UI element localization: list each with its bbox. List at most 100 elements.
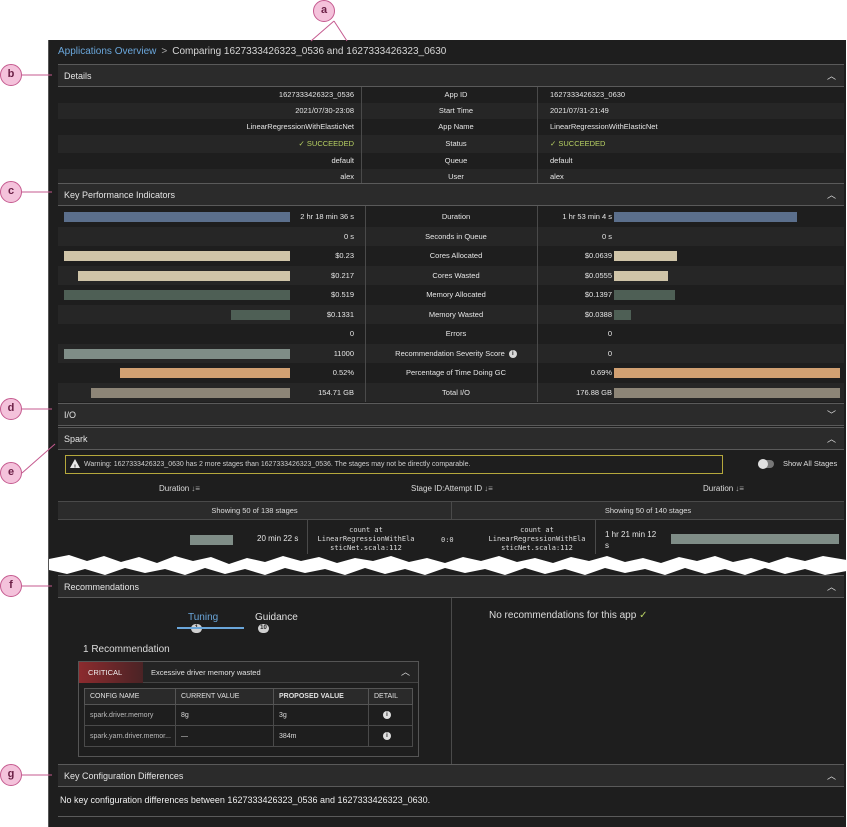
- callout-badge: g: [0, 764, 22, 786]
- chevron-down-icon[interactable]: ﹀: [827, 404, 836, 426]
- chevron-up-icon[interactable]: ︿: [827, 428, 836, 450]
- recommendation-table: CONFIG NAME CURRENT VALUE PROPOSED VALUE…: [84, 688, 413, 747]
- kpi-bar-right: [614, 251, 677, 261]
- kpi-right-value: 0.69%: [590, 368, 612, 377]
- recommendation-card-header[interactable]: CRITICAL Excessive driver memory wasted …: [79, 662, 418, 683]
- stage-id: 0:0: [441, 536, 454, 544]
- kpi-row: $0.1331 Memory Wasted $0.0388: [58, 304, 844, 324]
- callout-badge: f: [0, 575, 22, 597]
- callout-badge: c: [0, 181, 22, 203]
- info-icon[interactable]: i: [508, 349, 517, 358]
- chevron-up-icon[interactable]: ︿: [827, 765, 836, 787]
- kpi-right-value: $0.0388: [584, 309, 612, 319]
- kpi-bar-right: [614, 290, 675, 300]
- tab-guidance[interactable]: Guidance10: [255, 612, 298, 634]
- check-icon: ✓: [298, 139, 307, 148]
- kpi-row: 154.71 GB Total I/O 176.88 GB: [58, 382, 844, 402]
- kpi-bar-right: [614, 368, 840, 378]
- kpi-left-value: $0.217: [331, 270, 354, 280]
- kpi-bar-left: [91, 387, 290, 398]
- kpi-bar-left: [64, 290, 290, 300]
- details-row: default Queue default: [58, 153, 844, 169]
- section-header-spark[interactable]: Spark ︿: [58, 427, 844, 450]
- proposed-value: 384m: [273, 725, 369, 747]
- showing-stages-left: Showing 50 of 138 stages: [58, 501, 451, 520]
- detail-cell: i: [368, 725, 413, 747]
- info-icon[interactable]: i: [383, 732, 391, 740]
- kpi-right-value: $0.1397: [584, 290, 612, 299]
- kpi-left-value: 2 hr 18 min 36 s: [300, 212, 354, 221]
- breadcrumb-link-applications-overview[interactable]: Applications Overview: [58, 46, 156, 57]
- kpi-left-value: $0.23: [335, 251, 354, 260]
- sort-icon[interactable]: ↓≡: [191, 484, 200, 493]
- kpi-label: Duration: [374, 207, 538, 226]
- kpi-left-value: 0 s: [343, 231, 354, 241]
- details-left-value: LinearRegressionWithElasticNet: [246, 122, 354, 131]
- kpi-label: Cores Allocated: [374, 246, 538, 265]
- section-title: Recommendations: [64, 582, 140, 592]
- kpi-right-value: 0: [607, 348, 612, 358]
- column-header: PROPOSED VALUE: [273, 688, 369, 705]
- details-label: App ID: [444, 90, 468, 99]
- chevron-up-icon[interactable]: ︿: [827, 576, 836, 598]
- tab-tuning[interactable]: Tuning1: [188, 612, 218, 634]
- warning-icon: [70, 459, 80, 477]
- torn-edge-divider: [49, 555, 846, 575]
- column-header: CONFIG NAME: [84, 688, 176, 705]
- show-all-stages-toggle[interactable]: [758, 459, 774, 469]
- section-header-config-diff[interactable]: Key Configuration Differences ︿: [58, 764, 844, 787]
- no-recommendations-message: No recommendations for this app ✓: [489, 610, 647, 621]
- warning-text: Warning: 1627333426323_0630 has 2 more s…: [84, 461, 471, 468]
- current-value: —: [175, 725, 274, 747]
- kpi-label: Memory Allocated: [374, 285, 538, 304]
- kpi-right-value: 0 s: [601, 231, 612, 241]
- column-header-duration-right[interactable]: Duration ↓≡: [703, 484, 744, 493]
- status-badge-right: ✓ SUCCEEDED: [550, 135, 605, 153]
- config-name: spark.yarn.driver.memor...: [84, 725, 176, 747]
- breadcrumb-current: Comparing 1627333426323_0536 and 1627333…: [172, 46, 447, 57]
- showing-stages-right: Showing 50 of 140 stages: [451, 501, 844, 520]
- column-header-duration-left[interactable]: Duration ↓≡: [159, 484, 200, 493]
- kpi-bar-right: [614, 270, 668, 281]
- kpi-bar-right: [614, 309, 631, 320]
- show-all-stages-label: Show All Stages: [783, 459, 838, 468]
- breadcrumb-separator: >: [161, 46, 168, 57]
- details-label: Status: [445, 139, 467, 148]
- section-header-recommendations[interactable]: Recommendations ︿: [58, 575, 844, 598]
- column-divider: [361, 87, 362, 185]
- kpi-label: Seconds in Queue: [374, 227, 538, 246]
- section-header-kpi[interactable]: Key Performance Indicators ︿: [58, 183, 844, 206]
- kpi-left-value: $0.1331: [326, 309, 354, 319]
- chevron-up-icon[interactable]: ︿: [827, 65, 836, 87]
- kpi-bar-left: [231, 309, 290, 320]
- details-row: ✓ SUCCEEDED Status ✓ SUCCEEDED: [58, 135, 844, 153]
- kpi-label-text: Seconds in Queue: [425, 231, 487, 241]
- kpi-label: Cores Wasted: [374, 266, 538, 285]
- column-header-label: Duration: [159, 484, 190, 493]
- kpi-left-value: 0: [349, 329, 354, 338]
- kpi-label: Recommendation Severity Score i: [374, 344, 538, 363]
- table-header-row: CONFIG NAME CURRENT VALUE PROPOSED VALUE…: [84, 688, 413, 705]
- details-right-value: default: [550, 156, 573, 165]
- kpi-label-text: Cores Wasted: [432, 270, 480, 280]
- section-header-details[interactable]: Details ︿: [58, 64, 844, 87]
- section-title: Key Configuration Differences: [64, 771, 184, 781]
- kpi-row: 0.52% Percentage of Time Doing GC 0.69%: [58, 363, 844, 382]
- details-left-value: 2021/07/30-23:08: [295, 106, 354, 115]
- chevron-up-icon[interactable]: ︿: [401, 662, 410, 683]
- sort-icon[interactable]: ↓≡: [484, 484, 493, 493]
- column-header: DETAIL: [368, 688, 413, 705]
- chevron-up-icon[interactable]: ︿: [827, 184, 836, 206]
- column-divider: [451, 598, 452, 764]
- column-header-label: Duration: [703, 484, 734, 493]
- section-header-io[interactable]: I/O ﹀: [58, 403, 844, 426]
- stage-duration-left: 20 min 22 s: [257, 534, 299, 543]
- kpi-bar-left: [64, 251, 290, 261]
- stage-desc-line: LinearRegressionWithEla: [317, 535, 415, 543]
- tab-label: Tuning: [188, 612, 219, 623]
- info-icon[interactable]: i: [383, 711, 391, 719]
- sort-icon[interactable]: ↓≡: [735, 484, 744, 493]
- kpi-right-value: 0: [607, 329, 612, 338]
- column-header-stage-id[interactable]: Stage ID:Attempt ID ↓≡: [411, 484, 493, 493]
- active-tab-indicator: [177, 627, 244, 629]
